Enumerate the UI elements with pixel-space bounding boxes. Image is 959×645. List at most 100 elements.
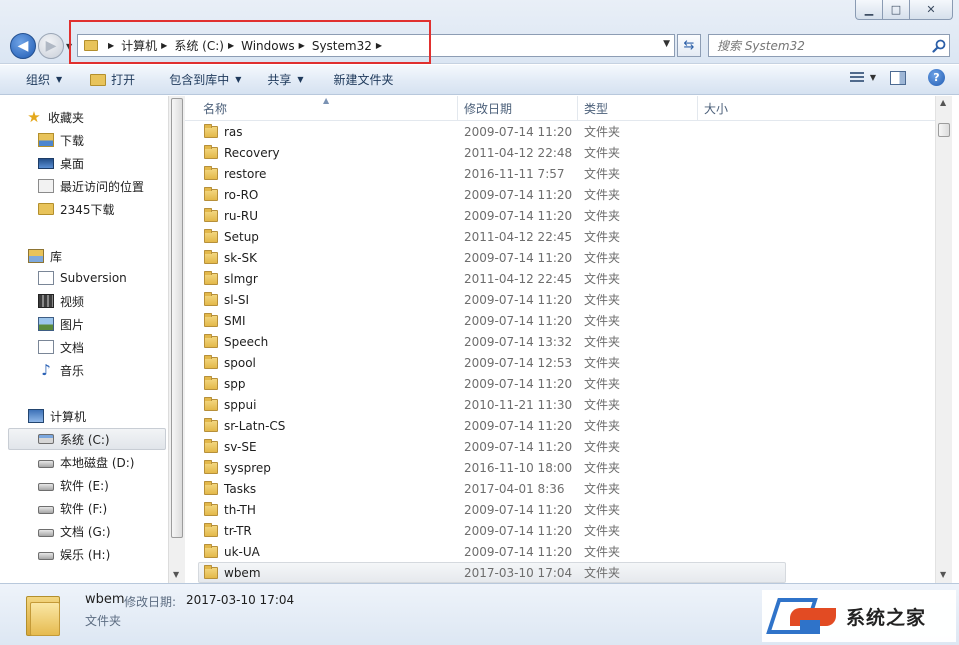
table-row[interactable]: Speech 2009-07-14 13:32 文件夹 [185, 331, 935, 352]
hard-drive-icon [38, 482, 54, 491]
refresh-button[interactable]: ⇆ [677, 34, 701, 57]
watermark-logo: 系统之家 [762, 590, 956, 642]
nav-label: 文档 [60, 340, 85, 355]
nav-label: 图片 [60, 317, 85, 332]
help-icon[interactable]: ? [928, 69, 945, 86]
table-row[interactable]: uk-UA 2009-07-14 11:20 文件夹 [185, 541, 935, 562]
column-headers: ▲ 名称 修改日期 类型 大小 [185, 96, 935, 121]
system-drive-icon [38, 434, 54, 444]
details-item-name: wbem [85, 592, 125, 607]
scroll-up-arrow-icon[interactable]: ▲ [940, 98, 946, 107]
close-button[interactable]: ✕ [909, 0, 953, 20]
computer-icon [28, 409, 44, 423]
column-header-date[interactable]: 修改日期 [458, 96, 578, 121]
file-type: 文件夹 [584, 461, 621, 475]
nav-label: 音乐 [60, 363, 85, 378]
open-folder-icon [90, 73, 107, 86]
table-row[interactable]: sk-SK 2009-07-14 11:20 文件夹 [185, 247, 935, 268]
nav-subversion[interactable]: Subversion [38, 267, 127, 289]
file-date: 2009-07-14 11:20 [464, 292, 573, 307]
nav-music[interactable]: ♪ 音乐 [38, 359, 84, 381]
file-name: ras [224, 124, 243, 139]
scroll-down-arrow-icon[interactable]: ▼ [940, 570, 946, 579]
forward-button[interactable]: ▶ [38, 33, 64, 59]
chevron-down-icon[interactable]: ▼ [870, 73, 876, 82]
table-row[interactable]: Tasks 2017-04-01 8:36 文件夹 [185, 478, 935, 499]
file-name: Setup [224, 229, 259, 244]
view-options-icon[interactable] [849, 71, 864, 84]
column-header-size[interactable]: 大小 [698, 96, 935, 121]
nav-desktop[interactable]: 桌面 [38, 152, 84, 174]
table-row[interactable]: ro-RO 2009-07-14 11:20 文件夹 [185, 184, 935, 205]
nav-drive-c[interactable]: 系统 (C:) [8, 428, 166, 450]
nav-drive-h[interactable]: 娱乐 (H:) [38, 543, 110, 565]
table-row[interactable]: sppui 2010-11-21 11:30 文件夹 [185, 394, 935, 415]
open-button[interactable]: 打开 [80, 69, 145, 91]
nav-pictures[interactable]: 图片 [38, 313, 84, 335]
file-date: 2009-07-14 13:32 [464, 334, 573, 349]
table-row[interactable]: restore 2016-11-11 7:57 文件夹 [185, 163, 935, 184]
file-date: 2009-07-14 11:20 [464, 502, 573, 517]
search-box[interactable] [708, 34, 950, 57]
nav-computer[interactable]: 计算机 [28, 405, 86, 427]
file-date: 2017-03-10 17:04 [464, 565, 573, 580]
back-button[interactable]: ◀ [10, 33, 36, 59]
table-row[interactable]: th-TH 2009-07-14 11:20 文件夹 [185, 499, 935, 520]
nav-documents[interactable]: 文档 [38, 336, 84, 358]
organize-button[interactable]: 组织 ▼ [16, 69, 72, 91]
file-list-scrollbar[interactable]: ▲ ▼ [935, 96, 952, 583]
table-row[interactable]: wbem 2017-03-10 17:04 文件夹 [198, 562, 786, 583]
nav-label: 最近访问的位置 [60, 179, 145, 194]
table-row[interactable]: Setup 2011-04-12 22:45 文件夹 [185, 226, 935, 247]
nav-favorites[interactable]: ★ 收藏夹 [26, 106, 84, 128]
table-row[interactable]: ras 2009-07-14 11:20 文件夹 [185, 121, 935, 142]
preview-pane-icon[interactable] [890, 70, 906, 85]
folder-icon [204, 249, 218, 264]
folder-icon [204, 417, 218, 432]
nav-drive-e[interactable]: 软件 (E:) [38, 474, 109, 496]
nav-drive-g[interactable]: 文档 (G:) [38, 520, 111, 542]
search-icon[interactable] [929, 39, 949, 53]
navigation-scrollbar[interactable]: ▼ [168, 96, 185, 583]
table-row[interactable]: ru-RU 2009-07-14 11:20 文件夹 [185, 205, 935, 226]
share-button[interactable]: 共享 ▼ [257, 69, 313, 91]
table-row[interactable]: spp 2009-07-14 11:20 文件夹 [185, 373, 935, 394]
table-row[interactable]: sv-SE 2009-07-14 11:20 文件夹 [185, 436, 935, 457]
nav-libraries[interactable]: 库 [28, 245, 62, 267]
open-label: 打开 [111, 73, 136, 87]
table-row[interactable]: tr-TR 2009-07-14 11:20 文件夹 [185, 520, 935, 541]
nav-drive-f[interactable]: 软件 (F:) [38, 497, 107, 519]
table-row[interactable]: sl-SI 2009-07-14 11:20 文件夹 [185, 289, 935, 310]
table-row[interactable]: spool 2009-07-14 12:53 文件夹 [185, 352, 935, 373]
nav-2345-downloads[interactable]: 2345下载 [38, 198, 115, 220]
file-name: spp [224, 376, 246, 391]
scrollbar-thumb[interactable] [171, 98, 183, 538]
file-name: sl-SI [224, 292, 250, 307]
table-row[interactable]: sysprep 2016-11-10 18:00 文件夹 [185, 457, 935, 478]
nav-drive-d[interactable]: 本地磁盘 (D:) [38, 451, 134, 473]
file-type: 文件夹 [584, 272, 621, 286]
nav-recent-places[interactable]: 最近访问的位置 [38, 175, 144, 197]
scroll-down-arrow-icon[interactable]: ▼ [173, 570, 179, 579]
new-folder-button[interactable]: 新建文件夹 [324, 69, 404, 91]
column-header-type[interactable]: 类型 [578, 96, 698, 121]
column-header-name[interactable]: ▲ 名称 [185, 96, 458, 121]
address-history-dropdown[interactable]: ▼ [663, 39, 670, 49]
table-row[interactable]: Recovery 2011-04-12 22:48 文件夹 [185, 142, 935, 163]
file-date: 2009-07-14 11:20 [464, 523, 573, 538]
nav-downloads[interactable]: 下载 [38, 129, 84, 151]
minimize-button[interactable]: ▁ [855, 0, 883, 20]
include-in-library-button[interactable]: 包含到库中 ▼ [159, 69, 251, 91]
table-row[interactable]: SMI 2009-07-14 11:20 文件夹 [185, 310, 935, 331]
nav-label: 软件 (F:) [60, 501, 108, 516]
file-type: 文件夹 [584, 146, 621, 160]
table-row[interactable]: slmgr 2011-04-12 22:45 文件夹 [185, 268, 935, 289]
file-type: 文件夹 [584, 314, 621, 328]
scrollbar-thumb[interactable] [938, 123, 950, 137]
table-row[interactable]: sr-Latn-CS 2009-07-14 11:20 文件夹 [185, 415, 935, 436]
nav-videos[interactable]: 视频 [38, 290, 84, 312]
folder-icon [204, 396, 218, 411]
search-input[interactable] [709, 38, 929, 53]
maximize-button[interactable]: □ [882, 0, 910, 20]
annotation-highlight-box [69, 20, 431, 64]
